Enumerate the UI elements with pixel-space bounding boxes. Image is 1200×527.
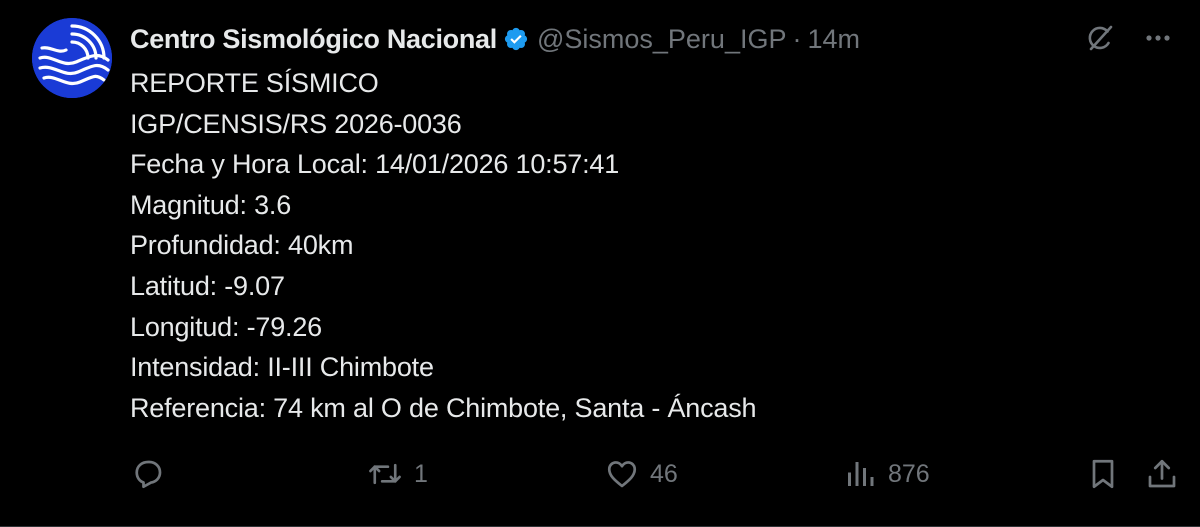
tweet-text: REPORTE SÍSMICO IGP/CENSIS/RS 2026-0036 …	[130, 63, 757, 428]
display-name[interactable]: Centro Sismológico Nacional	[130, 24, 497, 55]
repost-button[interactable]: 1	[366, 452, 428, 496]
more-icon[interactable]	[1138, 18, 1178, 58]
text-line-reference: Referencia: 74 km al O de Chimbote, Sant…	[130, 392, 757, 423]
grok-icon[interactable]	[1080, 18, 1120, 58]
repost-count: 1	[414, 459, 428, 488]
text-line-depth: Profundidad: 40km	[130, 230, 354, 261]
tweet[interactable]: Centro Sismológico Nacional @Sismos_Peru…	[0, 0, 1200, 527]
share-button[interactable]	[1144, 452, 1180, 496]
text-line-magnitude: Magnitud: 3.6	[130, 189, 292, 220]
like-count: 46	[650, 459, 678, 488]
igp-logo-icon	[32, 18, 112, 98]
tweet-header: Centro Sismológico Nacional @Sismos_Peru…	[130, 20, 860, 58]
avatar[interactable]	[32, 18, 112, 98]
bookmark-button[interactable]	[1085, 452, 1121, 496]
handle[interactable]: @Sismos_Peru_IGP	[537, 24, 787, 55]
verified-badge-icon[interactable]	[503, 26, 529, 52]
text-line-latitude: Latitud: -9.07	[130, 270, 285, 301]
text-line-intensity: Intensidad: II-III Chimbote	[130, 352, 434, 383]
reply-button[interactable]	[130, 452, 176, 496]
top-actions	[1080, 18, 1178, 58]
views-count: 876	[888, 459, 930, 488]
views-icon	[848, 462, 874, 486]
share-icon	[1148, 459, 1176, 488]
bookmark-icon	[1092, 459, 1114, 489]
action-bar: 1 46 876	[130, 452, 1180, 496]
separator-dot: ·	[792, 23, 802, 54]
timestamp[interactable]: 14m	[807, 24, 860, 55]
like-button[interactable]: 46	[604, 452, 678, 496]
text-line-title: REPORTE SÍSMICO	[130, 68, 379, 98]
reply-icon	[135, 460, 162, 489]
text-line-longitude: Longitud: -79.26	[130, 311, 322, 342]
text-line-datetime: Fecha y Hora Local: 14/01/2026 10:57:41	[130, 149, 620, 180]
like-icon	[607, 461, 637, 488]
repost-icon	[369, 463, 401, 485]
text-line-report-id: IGP/CENSIS/RS 2026-0036	[130, 108, 462, 139]
views-button[interactable]: 876	[842, 452, 930, 496]
